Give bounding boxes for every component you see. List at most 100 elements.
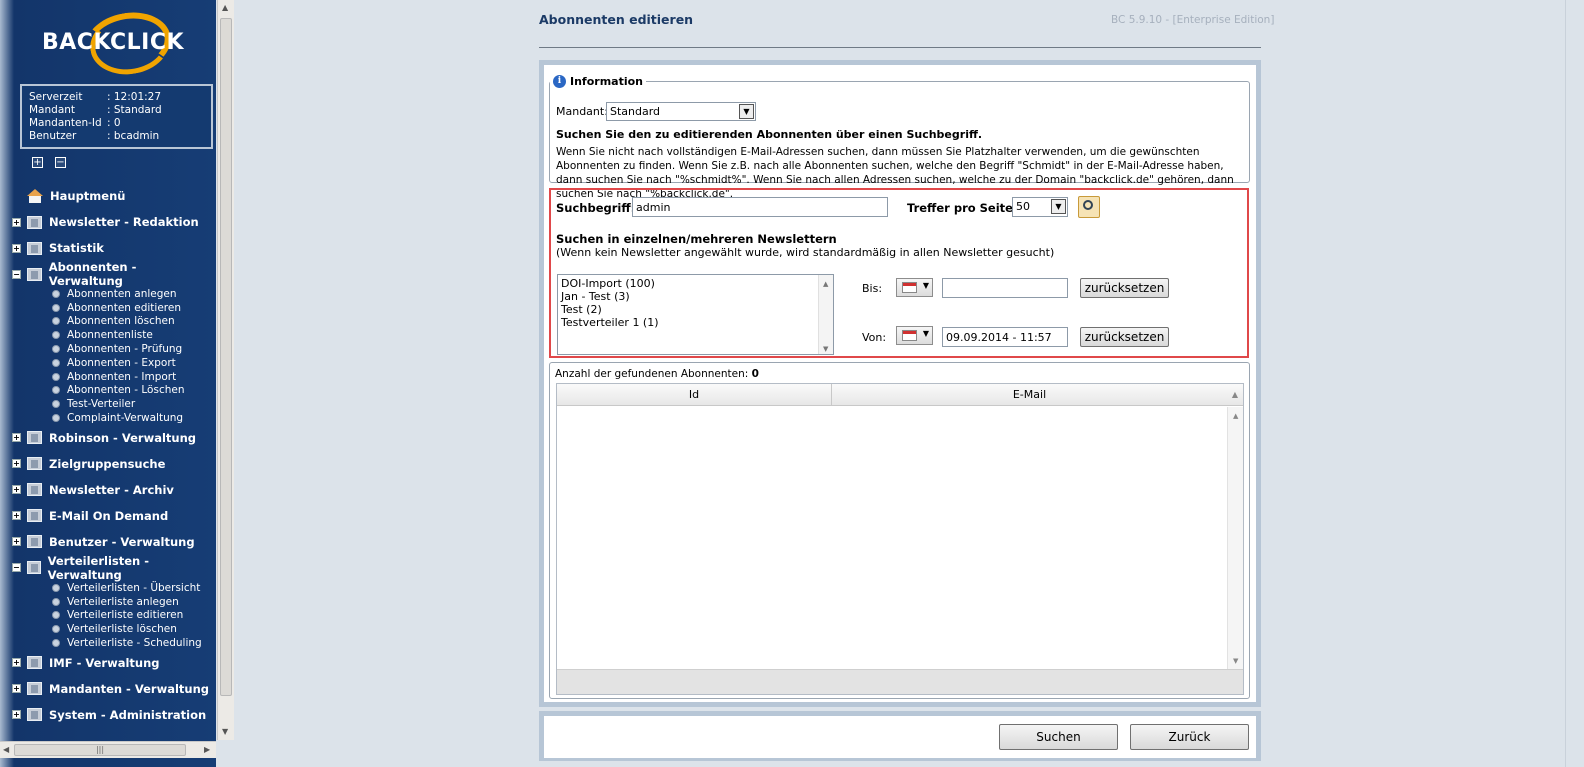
nav-newsletter-archiv[interactable]: + Newsletter - Archiv — [12, 477, 212, 503]
nav-sub-label: Abonnenten - Prüfung — [67, 343, 183, 356]
nav-email-on-demand[interactable]: + E-Mail On Demand — [12, 503, 212, 529]
expand-icon[interactable]: + — [12, 217, 21, 227]
list-item[interactable]: Testverteiler 1 (1) — [561, 316, 830, 329]
scrollbar-thumb[interactable] — [220, 18, 232, 696]
sort-arrow-icon[interactable]: ▲ — [1227, 384, 1243, 406]
von-calendar-button[interactable]: ▼ — [896, 326, 933, 345]
scroll-up-arrow-icon[interactable]: ▲ — [823, 278, 828, 291]
sidebar-horizontal-scrollbar[interactable]: ◀ ||| ▶ — [0, 741, 216, 758]
scroll-down-arrow-icon[interactable]: ▼ — [823, 343, 828, 356]
expand-icon[interactable]: + — [12, 658, 21, 668]
nav-sub-item[interactable]: Abonnenten - Export — [52, 356, 212, 370]
collapse-icon[interactable]: − — [12, 269, 21, 279]
nav-label: Verteilerlisten - Verwaltung — [47, 553, 149, 582]
mandant-select[interactable]: Standard ▼ — [606, 102, 756, 121]
newsletter-search-heading: Suchen in einzelnen/mehreren Newslettern — [556, 232, 837, 246]
nav-robinson[interactable]: + Robinson - Verwaltung — [12, 425, 212, 451]
results-grid: Id E-Mail ▲ ▲ ▼ — [556, 383, 1244, 695]
expand-icon[interactable]: + — [12, 485, 21, 495]
nav-abonnenten-verwaltung[interactable]: − Abonnenten - Verwaltung — [12, 260, 212, 288]
nav-sub-label: Verteilerliste - Scheduling — [67, 637, 202, 650]
nav-sub-item[interactable]: Test-Verteiler — [52, 397, 212, 411]
nav-benutzer-verwaltung[interactable]: + Benutzer - Verwaltung — [12, 529, 212, 555]
nav-sub-item[interactable]: Abonnenten editieren — [52, 301, 212, 315]
bis-date-input[interactable] — [942, 278, 1068, 298]
folder-icon — [27, 682, 42, 696]
item-bullet-icon — [52, 414, 60, 423]
chevron-down-icon[interactable]: ▼ — [1051, 199, 1066, 214]
expand-icon[interactable]: + — [12, 511, 21, 521]
sidebar-vertical-scrollbar[interactable]: ▲ ▼ — [217, 0, 234, 740]
server-info-box: Serverzeit: 12:01:27 Mandant: Standard M… — [20, 84, 213, 149]
newsletter-listbox[interactable]: DOI-Import (100) Jan - Test (3) Test (2)… — [557, 274, 834, 355]
chevron-down-icon[interactable]: ▼ — [739, 104, 754, 119]
list-item[interactable]: DOI-Import (100) — [561, 277, 830, 290]
nav-system[interactable]: + System - Administration — [12, 702, 212, 728]
nav-imf[interactable]: + IMF - Verwaltung — [12, 650, 212, 676]
scroll-up-arrow-icon[interactable]: ▲ — [222, 3, 228, 12]
nav-sub-item[interactable]: Verteilerliste löschen — [52, 622, 212, 636]
bis-calendar-button[interactable]: ▼ — [896, 278, 933, 297]
grid-scrollbar[interactable]: ▲ ▼ — [1227, 407, 1243, 669]
nav-sub-item[interactable]: Abonnenten anlegen — [52, 287, 212, 301]
nav-sub-item[interactable]: Verteilerliste editieren — [52, 609, 212, 623]
nav-sub-item[interactable]: Verteilerlisten - Übersicht — [52, 581, 212, 595]
list-item[interactable]: Test (2) — [561, 303, 830, 316]
back-button[interactable]: Zurück — [1130, 724, 1249, 750]
chevron-down-icon: ▼ — [922, 281, 929, 290]
nav-mandanten[interactable]: + Mandanten - Verwaltung — [12, 676, 212, 702]
nav-newsletter-redaktion[interactable]: + Newsletter - Redaktion — [12, 209, 212, 235]
expand-icon[interactable]: + — [12, 537, 21, 547]
search-button[interactable]: Suchen — [999, 724, 1118, 750]
expand-icon[interactable]: + — [12, 684, 21, 694]
scroll-up-arrow-icon[interactable]: ▲ — [1233, 412, 1238, 420]
folder-icon — [27, 656, 42, 670]
nav-verteilerlisten-verwaltung[interactable]: − Verteilerlisten - Verwaltung — [12, 553, 212, 582]
nav-zielgruppensuche[interactable]: + Zielgruppensuche — [12, 451, 212, 477]
folder-icon — [27, 509, 42, 523]
navigation-tree: +Hauptmenü +Newsletter - Redaktion +Stat… — [12, 183, 212, 728]
expand-all-button[interactable]: + — [32, 157, 43, 168]
scroll-right-arrow-icon[interactable]: ▶ — [204, 745, 210, 754]
scrollbar-thumb[interactable]: ||| — [14, 744, 186, 756]
search-icon-button[interactable] — [1078, 196, 1100, 218]
scroll-down-arrow-icon[interactable]: ▼ — [1233, 657, 1238, 665]
nav-label: Abonnenten - Verwaltung — [48, 260, 137, 288]
abonnenten-submenu: Abonnenten anlegen Abonnenten editieren … — [12, 287, 212, 425]
nav-sub-item[interactable]: Abonnenten - Import — [52, 370, 212, 384]
nav-sub-item[interactable]: Abonnenten - Prüfung — [52, 342, 212, 356]
expand-icon[interactable]: + — [12, 710, 21, 720]
von-label: Von: — [862, 331, 887, 344]
nav-home[interactable]: +Hauptmenü — [12, 183, 212, 209]
collapse-all-button[interactable]: − — [55, 157, 66, 168]
column-header-id[interactable]: Id — [557, 384, 832, 406]
column-header-email[interactable]: E-Mail — [832, 384, 1227, 406]
item-bullet-icon — [52, 303, 60, 312]
collapse-icon[interactable]: − — [12, 563, 21, 573]
scroll-left-arrow-icon[interactable]: ◀ — [3, 745, 9, 754]
nav-sub-item[interactable]: Complaint-Verwaltung — [52, 411, 212, 425]
von-date-input[interactable]: 09.09.2014 - 11:57 — [942, 327, 1068, 347]
nav-sub-label: Abonnenten - Export — [67, 356, 176, 369]
nav-sub-item[interactable]: Verteilerliste - Scheduling — [52, 636, 212, 650]
von-reset-button[interactable]: zurücksetzen — [1080, 327, 1169, 347]
expand-icon[interactable]: + — [12, 459, 21, 469]
scroll-down-arrow-icon[interactable]: ▼ — [222, 727, 228, 736]
calendar-icon — [902, 282, 917, 293]
nav-label: System - Administration — [49, 707, 207, 722]
list-item[interactable]: Jan - Test (3) — [561, 290, 830, 303]
nav-statistik[interactable]: + Statistik — [12, 235, 212, 261]
expand-icon[interactable]: + — [12, 243, 21, 253]
backclick-logo[interactable]: BACKCLICK — [30, 5, 200, 81]
nav-sub-item[interactable]: Abonnenten löschen — [52, 315, 212, 329]
calendar-icon — [902, 330, 917, 341]
nav-sub-item[interactable]: Abonnenten - Löschen — [52, 384, 212, 398]
listbox-scrollbar[interactable]: ▲ ▼ — [818, 275, 833, 354]
nav-sub-item[interactable]: Abonnentenliste — [52, 328, 212, 342]
expand-icon[interactable]: + — [12, 433, 21, 443]
legend-label: Information — [570, 75, 643, 88]
nav-sub-item[interactable]: Verteilerliste anlegen — [52, 595, 212, 609]
search-term-input[interactable]: admin — [632, 197, 888, 217]
hits-per-page-select[interactable]: 50 ▼ — [1012, 197, 1068, 217]
bis-reset-button[interactable]: zurücksetzen — [1080, 278, 1169, 298]
